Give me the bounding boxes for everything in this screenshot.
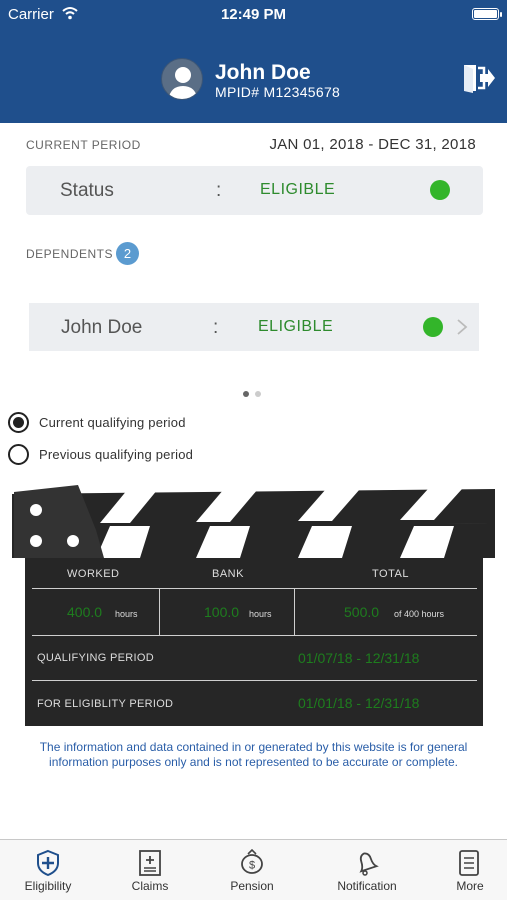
dependent-card[interactable]: John Doe : ELIGIBLE	[29, 303, 479, 351]
divider	[159, 588, 160, 635]
radio-button-selected[interactable]	[8, 412, 29, 433]
status-label: Status	[60, 180, 114, 201]
radio-button[interactable]	[8, 444, 29, 465]
svg-text:$: $	[249, 860, 255, 872]
radio-label-previous: Previous qualifying period	[39, 447, 194, 462]
radio-label-current: Current qualifying period	[39, 415, 186, 430]
tab-pension[interactable]: $ Pension	[212, 840, 292, 900]
header: Carrier 12:49 PM John Doe MPID# M1234567…	[0, 0, 507, 123]
status-card: Status : ELIGIBLE	[26, 166, 483, 215]
bank-hours-unit: hours	[249, 609, 272, 619]
total-header: TOTAL	[372, 568, 409, 580]
tab-label-claims: Claims	[131, 879, 169, 893]
status-value: ELIGIBLE	[260, 181, 336, 198]
radio-previous-period[interactable]: Previous qualifying period	[8, 444, 193, 465]
divider	[294, 588, 295, 635]
dependent-separator: :	[213, 317, 219, 338]
bank-hours-value: 100.0	[204, 604, 240, 620]
page-dot-2[interactable]	[255, 391, 261, 397]
total-hours-value: 500.0	[344, 604, 380, 620]
piggy-bank-icon: $	[241, 849, 263, 874]
shield-plus-icon	[37, 849, 59, 877]
dependent-status: ELIGIBLE	[258, 318, 334, 335]
document-plus-icon	[139, 850, 161, 876]
total-hours-unit: of 400 hours	[394, 609, 445, 619]
current-period-label: CURRENT PERIOD	[26, 138, 141, 152]
chevron-right-icon	[457, 319, 468, 335]
qualifying-period-value: 01/07/18 - 12/31/18	[298, 650, 420, 666]
page-dot-1[interactable]	[243, 391, 249, 397]
divider	[32, 588, 477, 589]
dependents-count-badge: 2	[116, 242, 139, 265]
current-period-dates: JAN 01, 2018 - DEC 31, 2018	[269, 136, 476, 153]
list-icon	[459, 850, 479, 876]
eligibility-period-label: FOR ELIGIBLITY PERIOD	[37, 698, 174, 710]
status-indicator-dot	[430, 180, 450, 200]
clapper-top-graphic	[12, 485, 495, 558]
battery-icon	[472, 8, 502, 20]
tab-label-notification: Notification	[337, 879, 397, 893]
eligibility-screen: Carrier 12:49 PM John Doe MPID# M1234567…	[0, 0, 507, 900]
clock: 12:49 PM	[220, 6, 287, 23]
status-bar: Carrier 12:49 PM	[0, 0, 507, 28]
worked-hours-unit: hours	[115, 609, 138, 619]
hours-board: WORKED BANK TOTAL 400.0 hours 100.0 hour…	[25, 558, 483, 726]
tab-bar: Eligibility Claims $ Pension Notificatio…	[0, 839, 507, 900]
member-id: MPID# M12345678	[215, 84, 341, 100]
divider	[32, 680, 477, 681]
radio-current-period[interactable]: Current qualifying period	[8, 412, 186, 433]
tab-more[interactable]: More	[430, 840, 507, 900]
member-name: John Doe	[215, 61, 311, 84]
tab-eligibility[interactable]: Eligibility	[8, 840, 88, 900]
divider	[32, 635, 477, 636]
tab-notification[interactable]: Notification	[322, 840, 412, 900]
worked-hours-value: 400.0	[67, 604, 103, 620]
dependents-label: DEPENDENTS	[26, 247, 114, 261]
hours-clapperboard: WORKED BANK TOTAL 400.0 hours 100.0 hour…	[0, 480, 507, 730]
tab-claims[interactable]: Claims	[110, 840, 190, 900]
bell-icon	[359, 852, 379, 876]
page-indicator[interactable]	[243, 384, 267, 402]
dependent-status-dot	[423, 317, 443, 337]
avatar[interactable]	[161, 58, 203, 100]
tab-label-eligibility: Eligibility	[24, 879, 72, 893]
disclaimer-text: The information and data contained in or…	[39, 740, 468, 769]
tab-label-pension: Pension	[230, 879, 274, 893]
tab-label-more: More	[456, 879, 484, 893]
dependent-name: John Doe	[61, 317, 143, 338]
worked-header: WORKED	[67, 568, 120, 580]
eligibility-period-value: 01/01/18 - 12/31/18	[298, 695, 420, 711]
bank-header: BANK	[212, 568, 244, 580]
user-icon	[168, 67, 198, 99]
status-separator: :	[216, 180, 222, 201]
qualifying-period-label: QUALIFYING PERIOD	[37, 652, 154, 664]
logout-icon[interactable]	[462, 63, 496, 93]
